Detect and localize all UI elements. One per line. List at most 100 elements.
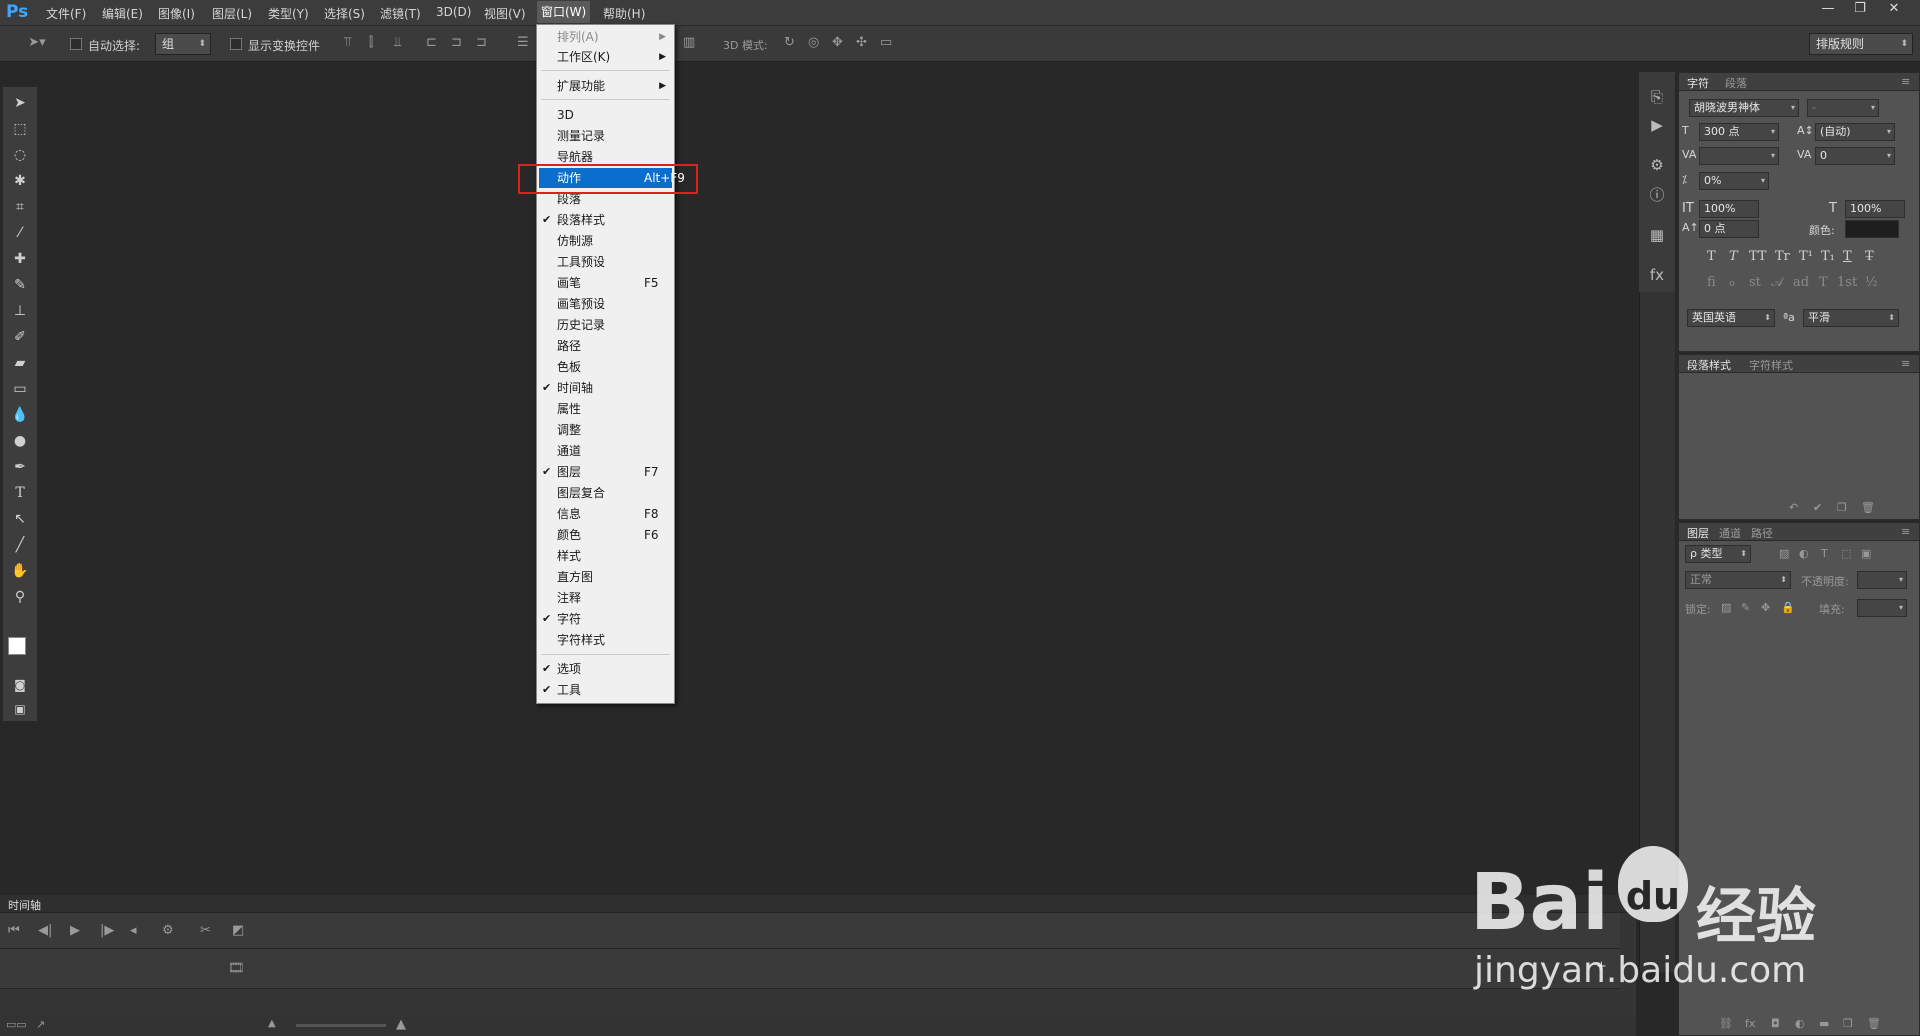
transition-icon[interactable]: ◩ <box>232 923 244 938</box>
screen-mode-icon[interactable]: ▣ <box>3 697 37 721</box>
eyedropper-tool-icon[interactable]: ⁄ <box>3 221 37 245</box>
3d-scale-icon[interactable]: ▭ <box>880 35 892 50</box>
menu-item-styles[interactable]: 样式 <box>537 546 674 566</box>
split-scissors-icon[interactable]: ✂ <box>200 923 211 938</box>
menu-item-channels[interactable]: 通道 <box>537 441 674 461</box>
align-right-icon[interactable]: ⊐ <box>476 35 487 50</box>
styles-panel-icon[interactable]: fx <box>1639 262 1675 288</box>
menu-item-extensions[interactable]: 扩展功能 ▶ <box>537 76 674 96</box>
film-strip-icon[interactable]: 🎞 <box>228 961 245 976</box>
opacity-field[interactable]: ▾ <box>1857 571 1907 589</box>
distribute-top-icon[interactable]: ☰ <box>517 35 529 50</box>
faux-bold-button[interactable]: T <box>1707 249 1716 264</box>
text-color-swatch[interactable] <box>1845 220 1899 238</box>
menu-item-character-styles[interactable]: 字符样式 <box>537 630 674 650</box>
marquee-tool-icon[interactable]: ⬚ <box>3 117 37 141</box>
history-brush-tool-icon[interactable]: ✐ <box>3 325 37 349</box>
auto-select-checkbox[interactable] <box>70 38 82 50</box>
tab-character[interactable]: 字符 <box>1687 75 1709 91</box>
align-top-icon[interactable]: ⫪ <box>344 35 351 50</box>
next-frame-icon[interactable]: |▶ <box>100 923 114 938</box>
tab-channels[interactable]: 通道 <box>1719 525 1741 541</box>
3d-slide-icon[interactable]: ✣ <box>856 35 867 50</box>
filter-shape-icon[interactable]: ⬚ <box>1841 547 1851 560</box>
first-frame-icon[interactable]: ⏮ <box>8 923 20 938</box>
tracking-field[interactable]: 0 ▾ <box>1815 147 1895 165</box>
menu-item-3d[interactable]: 3D <box>537 105 674 125</box>
menu-select[interactable]: 选择(S) <box>324 5 365 22</box>
menu-item-adjustments[interactable]: 调整 <box>537 420 674 440</box>
distribute-icon[interactable]: ▥ <box>683 35 695 50</box>
restore-icon[interactable]: ❐ <box>1845 0 1875 20</box>
convert-icon[interactable]: ▭▭ <box>6 1018 27 1031</box>
tab-timeline[interactable]: 时间轴 <box>8 897 41 913</box>
gradient-tool-icon[interactable]: ▭ <box>3 377 37 401</box>
panel-menu-icon[interactable]: ≡ <box>1901 75 1910 88</box>
antialias-select[interactable]: 平滑 ⬍ <box>1803 309 1899 327</box>
menu-item-timeline[interactable]: ✔ 时间轴 <box>537 378 674 398</box>
move-tool-icon[interactable]: ➤ <box>3 91 37 115</box>
menu-item-properties[interactable]: 属性 <box>537 399 674 419</box>
menu-item-arrange[interactable]: 排列(A) ▶ <box>537 27 674 47</box>
menu-item-histogram[interactable]: 直方图 <box>537 567 674 587</box>
trash-icon[interactable]: 🗑 <box>1861 501 1875 514</box>
menu-item-swatches[interactable]: 色板 <box>537 357 674 377</box>
photoshop-logo[interactable]: Ps <box>6 2 28 22</box>
blend-mode-select[interactable]: 正常 ⬍ <box>1685 571 1791 589</box>
menu-help[interactable]: 帮助(H) <box>603 5 645 22</box>
type-tool-icon[interactable]: T <box>3 481 37 505</box>
align-hcenter-icon[interactable]: ⊐ <box>451 35 462 50</box>
swash-button[interactable]: 𝒜 <box>1771 275 1783 290</box>
path-selection-tool-icon[interactable]: ↖ <box>3 507 37 531</box>
superscript-button[interactable]: T¹ <box>1799 249 1813 264</box>
pen-tool-icon[interactable]: ✒ <box>3 455 37 479</box>
3d-pan-icon[interactable]: ✥ <box>832 35 843 50</box>
3d-roll-icon[interactable]: ◎ <box>808 35 819 50</box>
swatches-panel-icon[interactable]: ▦ <box>1639 222 1675 248</box>
font-family-select[interactable]: 胡晓波男神体 ▾ <box>1689 99 1799 117</box>
menu-item-layer-comps[interactable]: 图层复合 <box>537 483 674 503</box>
commit-icon[interactable]: ✔ <box>1813 501 1822 514</box>
discretionary-ligatures-button[interactable]: st <box>1749 275 1761 290</box>
align-left-icon[interactable]: ⊏ <box>426 35 437 50</box>
minimize-icon[interactable]: — <box>1813 0 1843 20</box>
menu-item-clone-source[interactable]: 仿制源 <box>537 231 674 251</box>
menu-item-paragraph-styles[interactable]: ✔ 段落样式 <box>537 210 674 230</box>
menu-item-measurement-log[interactable]: 测量记录 <box>537 126 674 146</box>
actions-panel-icon[interactable]: ▶ <box>1639 112 1675 138</box>
history-panel-icon[interactable]: ⎘ <box>1639 84 1675 110</box>
line-tool-icon[interactable]: ╱ <box>3 533 37 557</box>
titling-button[interactable]: T <box>1819 275 1828 290</box>
lock-all-icon[interactable]: 🔒 <box>1781 601 1795 614</box>
timeline-zoom-slider[interactable] <box>296 1024 386 1027</box>
dodge-tool-icon[interactable]: ● <box>3 429 37 453</box>
clear-override-icon[interactable]: ↶ <box>1789 501 1798 514</box>
ordinals-button[interactable]: 1st <box>1837 275 1857 290</box>
menu-window[interactable]: 窗口(W) <box>537 1 591 23</box>
menu-item-brush[interactable]: 画笔 F5 <box>537 273 674 293</box>
tab-layers[interactable]: 图层 <box>1687 525 1709 541</box>
stylistic-alternates-button[interactable]: ad <box>1793 275 1809 290</box>
move-tool-preset-icon[interactable]: ➤▾ <box>20 35 54 50</box>
layer-filter-select[interactable]: ρ 类型 ⬍ <box>1685 545 1751 563</box>
adjustment-layer-icon[interactable]: ◐ <box>1795 1017 1805 1030</box>
zoom-out-mountain-icon[interactable]: ▲ <box>268 1018 276 1029</box>
delete-layer-icon[interactable]: 🗑 <box>1867 1017 1881 1030</box>
menu-item-color[interactable]: 颜色 F6 <box>537 525 674 545</box>
all-caps-button[interactable]: TT <box>1749 249 1767 264</box>
tab-paragraph-styles[interactable]: 段落样式 <box>1687 357 1731 373</box>
small-caps-button[interactable]: Tr <box>1775 249 1790 264</box>
menu-item-history[interactable]: 历史记录 <box>537 315 674 335</box>
link-layers-icon[interactable]: ⛓ <box>1719 1017 1733 1030</box>
fractions-button[interactable]: ½ <box>1865 275 1878 290</box>
hand-tool-icon[interactable]: ✋ <box>3 559 37 583</box>
zoom-in-mountain-icon[interactable]: ▲ <box>396 1017 406 1032</box>
lock-pixels-icon[interactable]: ✎ <box>1741 601 1750 614</box>
quick-mask-icon[interactable]: ◙ <box>3 673 37 697</box>
new-layer-icon[interactable]: ❐ <box>1843 1017 1853 1030</box>
horizontal-scale-field[interactable]: 100% <box>1845 200 1905 218</box>
font-size-field[interactable]: 300 点 ▾ <box>1699 123 1779 141</box>
menu-view[interactable]: 视图(V) <box>484 5 526 22</box>
crop-tool-icon[interactable]: ⌗ <box>3 195 37 219</box>
auto-select-dropdown[interactable]: 组 ⬍ <box>155 33 211 55</box>
